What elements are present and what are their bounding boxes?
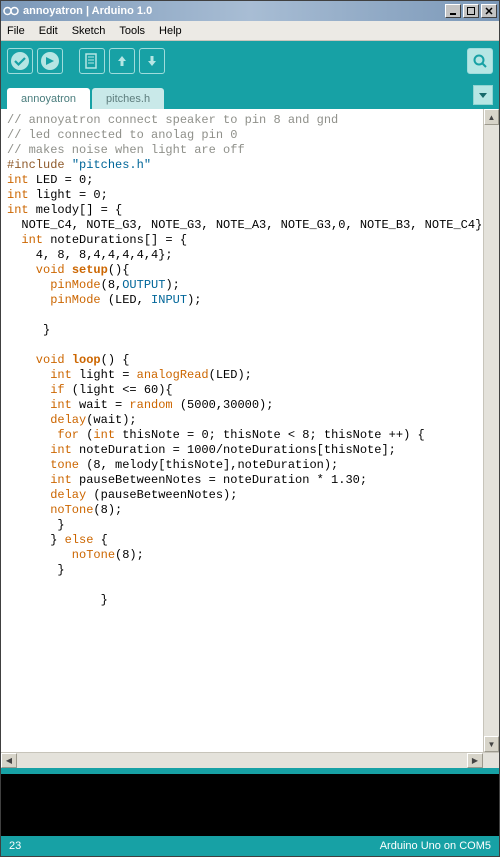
verify-button[interactable] [7, 48, 33, 74]
code-line: // led connected to anolag pin 0 [7, 128, 237, 142]
scroll-up-arrow[interactable]: ▲ [484, 109, 499, 125]
tab-pitches[interactable]: pitches.h [92, 88, 164, 110]
open-button[interactable] [109, 48, 135, 74]
app-window: annoyatron | Arduino 1.0 File Edit Sketc… [0, 0, 500, 857]
console-output[interactable] [1, 774, 499, 836]
code-line: #include [7, 158, 72, 172]
horizontal-scrollbar[interactable]: ◀ ▶ [1, 752, 499, 768]
status-line-number: 23 [9, 840, 21, 852]
titlebar[interactable]: annoyatron | Arduino 1.0 [1, 1, 499, 21]
tab-annoyatron[interactable]: annoyatron [7, 88, 90, 110]
toolbar [1, 41, 499, 81]
window-buttons [445, 4, 497, 18]
save-button[interactable] [139, 48, 165, 74]
scroll-left-arrow[interactable]: ◀ [1, 753, 17, 768]
tabstrip: annoyatron pitches.h [1, 81, 499, 109]
code-line: // annoyatron connect speaker to pin 8 a… [7, 113, 338, 127]
minimize-button[interactable] [445, 4, 461, 18]
menu-help[interactable]: Help [159, 25, 182, 37]
arduino-icon [3, 3, 19, 19]
serial-monitor-button[interactable] [467, 48, 493, 74]
menu-tools[interactable]: Tools [119, 25, 145, 37]
upload-button[interactable] [37, 48, 63, 74]
new-button[interactable] [79, 48, 105, 74]
maximize-button[interactable] [463, 4, 479, 18]
vertical-scrollbar[interactable]: ▲ ▼ [483, 109, 499, 752]
status-bar: 23 Arduino Uno on COM5 [1, 836, 499, 856]
code-editor[interactable]: // annoyatron connect speaker to pin 8 a… [1, 109, 483, 752]
scroll-track[interactable] [484, 125, 499, 736]
window-title: annoyatron | Arduino 1.0 [23, 5, 445, 17]
editor-area: // annoyatron connect speaker to pin 8 a… [1, 109, 499, 752]
status-board-port: Arduino Uno on COM5 [380, 840, 491, 852]
menu-file[interactable]: File [7, 25, 25, 37]
menu-sketch[interactable]: Sketch [72, 25, 106, 37]
scroll-down-arrow[interactable]: ▼ [484, 736, 499, 752]
tab-menu-button[interactable] [473, 85, 493, 105]
close-button[interactable] [481, 4, 497, 18]
scroll-right-arrow[interactable]: ▶ [467, 753, 483, 768]
code-line: // makes noise when light are off [7, 143, 245, 157]
scroll-track[interactable] [17, 753, 467, 768]
menubar: File Edit Sketch Tools Help [1, 21, 499, 41]
menu-edit[interactable]: Edit [39, 25, 58, 37]
